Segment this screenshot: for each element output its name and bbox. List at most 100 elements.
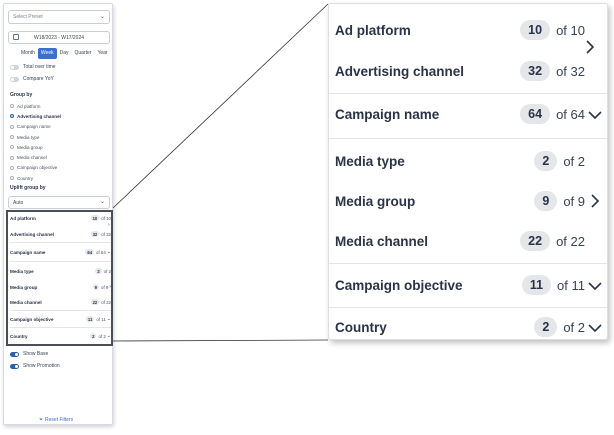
uplift-group-by-select[interactable]: Auto ⌄	[8, 196, 110, 209]
chevron-down-icon[interactable]	[587, 110, 603, 119]
date-range-value: W18/2023 - W17/2024	[33, 35, 85, 41]
date-range-picker[interactable]: W18/2023 - W17/2024	[8, 31, 110, 44]
chevron-right-icon[interactable]: ›	[108, 222, 110, 228]
chevron-down-icon[interactable]: ⌄	[107, 249, 111, 255]
chevron-right-icon[interactable]	[585, 40, 595, 59]
row-media-channel[interactable]: Media channel 22 of 22	[335, 229, 603, 253]
row-label: Advertising channel	[335, 63, 465, 79]
tab-day[interactable]: Day	[57, 48, 72, 59]
row-label: Ad platform	[335, 22, 411, 38]
row-label: Campaign name	[10, 249, 46, 255]
chevron-right-icon[interactable]: ›	[109, 284, 111, 290]
radio-icon	[10, 155, 14, 160]
connector-line-top	[112, 3, 329, 209]
chevron-down-icon[interactable]	[587, 281, 603, 290]
chevron-down-icon[interactable]	[587, 323, 603, 332]
compare-yoy-toggle[interactable]	[10, 76, 19, 82]
total-count: of 11	[96, 316, 106, 322]
count-badge: 64	[85, 249, 95, 255]
row-media-group[interactable]: Media group 9 of 9	[335, 189, 603, 213]
row-campaign-name[interactable]: Campaign name 64 of 64	[335, 102, 603, 126]
row-label: Ad platform	[10, 215, 36, 221]
total-over-time-label: Total over time	[23, 64, 56, 70]
uplift-heading: Uplift group by	[10, 185, 46, 191]
row-label: Media group	[335, 193, 416, 209]
compare-yoy-label: Compare YoY	[23, 76, 54, 82]
mini-row-country[interactable]: Country 2 of 2 ⌄	[10, 333, 111, 339]
row-advertising-channel[interactable]: Advertising channel 32 of 32	[335, 59, 603, 83]
group-by-option-advertising-channel[interactable]: Advertising channel	[10, 111, 61, 121]
total-count: of 10	[556, 22, 585, 38]
group-by-option-campaign-name[interactable]: Campaign name	[10, 122, 61, 132]
total-count: of 64	[556, 106, 585, 122]
count-badge: 11	[85, 316, 95, 322]
divider	[329, 307, 607, 308]
chevron-down-icon[interactable]: ⌄	[107, 333, 111, 339]
total-count: of 22	[556, 233, 585, 249]
mini-row-media-group[interactable]: Media group 9 of 9 ›	[10, 284, 111, 290]
compare-yoy-row: Compare YoY	[10, 76, 54, 82]
radio-icon	[10, 165, 14, 170]
row-label: Advertising channel	[10, 231, 54, 237]
mini-row-media-channel[interactable]: Media channel 22 of 22	[10, 299, 111, 305]
group-by-option-media-group[interactable]: Media group	[10, 142, 61, 152]
divider	[10, 261, 111, 262]
mini-row-advertising-channel[interactable]: Advertising channel 32 of 32	[10, 231, 111, 237]
row-campaign-objective[interactable]: Campaign objective 11 of 11	[335, 273, 603, 297]
row-country[interactable]: Country 2 of 2	[335, 315, 603, 339]
option-label: Media channel	[17, 155, 47, 161]
mini-row-campaign-objective[interactable]: Campaign objective 11 of 11 ⌄	[10, 316, 111, 322]
row-ad-platform[interactable]: Ad platform 10 of 10	[335, 18, 603, 42]
preset-placeholder: Select Preset	[13, 14, 43, 20]
chevron-right-icon[interactable]	[587, 194, 603, 208]
group-by-heading: Group by	[10, 92, 33, 98]
option-label: Media type	[17, 134, 40, 140]
tab-quarter[interactable]: Quarter	[72, 48, 95, 59]
show-base-toggle[interactable]	[10, 351, 19, 357]
show-base-row: Show Base	[10, 351, 48, 357]
count-badge: 10	[90, 215, 100, 221]
total-over-time-toggle[interactable]	[10, 64, 19, 70]
tab-week[interactable]: Week	[37, 48, 57, 59]
preset-select[interactable]: Select Preset ⌄	[8, 10, 110, 24]
count-badge: 2	[534, 317, 558, 337]
group-by-radio-list: Ad platform Advertising channel Campaign…	[10, 101, 61, 183]
show-promotion-toggle[interactable]	[10, 363, 19, 369]
group-by-option-media-channel[interactable]: Media channel	[10, 152, 61, 162]
group-by-option-ad-platform[interactable]: Ad platform	[10, 101, 61, 111]
granularity-tabs: Month Week Day Quarter Year	[18, 48, 111, 59]
count-badge: 22	[90, 299, 100, 305]
row-label: Media group	[10, 284, 38, 290]
total-count: of 64	[96, 249, 106, 255]
reset-filters-label: Reset Filters	[45, 417, 74, 423]
mini-row-media-type[interactable]: Media type 2 of 2	[10, 268, 111, 274]
radio-icon	[10, 135, 14, 140]
divider	[329, 263, 607, 264]
divider	[329, 93, 607, 94]
row-label: Media channel	[335, 233, 429, 249]
reset-filters-button[interactable]: ⏷ Reset Filters	[39, 417, 73, 423]
group-by-option-media-type[interactable]: Media type	[10, 132, 61, 142]
mini-row-ad-platform[interactable]: Ad platform 10 of 10	[10, 215, 111, 221]
total-over-time-row: Total over time	[10, 64, 56, 70]
group-by-option-country[interactable]: Country	[10, 173, 61, 183]
tab-year[interactable]: Year	[94, 48, 110, 59]
total-count: of 2	[563, 319, 585, 335]
count-badge: 2	[534, 151, 558, 171]
row-media-type[interactable]: Media type 2 of 2	[335, 149, 603, 173]
calendar-icon	[13, 34, 19, 40]
connector-line-bottom	[112, 339, 329, 342]
group-by-option-campaign-objective[interactable]: Campaign objective	[10, 163, 61, 173]
option-label: Media group	[17, 144, 43, 150]
count-badge: 2	[95, 268, 102, 274]
row-label: Campaign objective	[10, 316, 54, 322]
count-badge: 9	[534, 191, 558, 211]
divider	[10, 310, 111, 311]
option-label: Country	[17, 175, 34, 181]
row-label: Media type	[335, 153, 405, 169]
mini-row-campaign-name[interactable]: Campaign name 64 of 64 ⌄	[10, 249, 111, 255]
divider	[10, 242, 111, 243]
tab-month[interactable]: Month	[18, 48, 38, 59]
chevron-down-icon[interactable]: ⌄	[107, 316, 111, 322]
total-count: of 9	[563, 193, 585, 209]
